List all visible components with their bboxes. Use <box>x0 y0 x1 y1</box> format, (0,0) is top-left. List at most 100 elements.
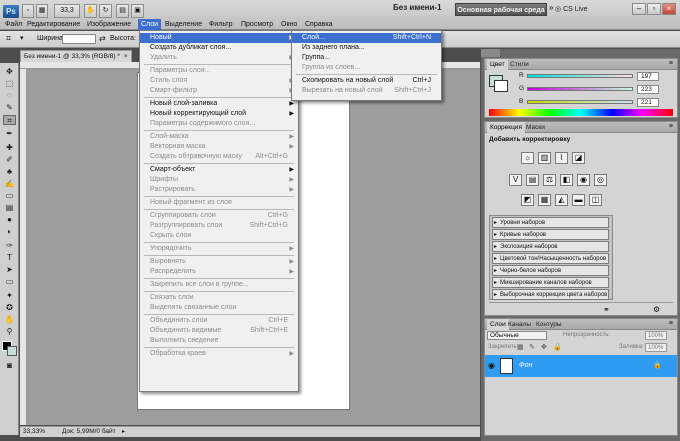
preset-exposure[interactable]: Экспозиция наборов <box>492 241 609 252</box>
blend-mode-select[interactable]: Обычные <box>487 331 547 340</box>
preset-channel-mixer[interactable]: Микширование каналов наборов <box>492 277 609 288</box>
menu-filter[interactable]: Фильтр <box>206 19 236 30</box>
shape-tool-icon[interactable]: ▭ <box>3 277 16 287</box>
panel-menu-icon[interactable]: ≡ <box>669 60 673 67</box>
invert-icon[interactable]: ◩ <box>521 194 534 206</box>
zoom-level-select[interactable]: 33,3 <box>54 4 80 18</box>
channel-r-slider[interactable] <box>527 74 633 78</box>
tab-color[interactable]: Цвет <box>487 59 508 70</box>
clone-stamp-tool-icon[interactable]: ♣ <box>3 167 16 177</box>
channel-g-slider[interactable] <box>527 87 633 91</box>
menu-image[interactable]: Изображение <box>84 19 134 30</box>
path-selection-tool-icon[interactable]: ➤ <box>3 265 16 275</box>
3d-camera-tool-icon[interactable]: ✪ <box>3 303 16 313</box>
crop-tool-icon[interactable]: ⌗ <box>3 115 16 125</box>
screen-mode-icon[interactable]: ▣ <box>131 4 144 18</box>
exposure-icon[interactable]: ◪ <box>572 152 585 164</box>
new-submenu-item[interactable]: Группа... <box>292 53 441 63</box>
quick-selection-tool-icon[interactable]: ✎ <box>3 103 16 113</box>
minimize-button[interactable]: – <box>632 3 646 15</box>
posterize-icon[interactable]: ▦ <box>538 194 551 206</box>
lock-transparent-icon[interactable]: ▦ <box>517 343 524 351</box>
channel-g-value[interactable]: 223 <box>637 85 659 94</box>
layers-menu-item[interactable]: Создать дубликат слоя... <box>140 43 298 53</box>
layers-menu-item[interactable]: Новый▶ <box>140 33 298 43</box>
cs-live-button[interactable]: ◎ CS Live <box>555 3 588 16</box>
chevron-right-icon[interactable]: » <box>549 3 553 12</box>
dodge-tool-icon[interactable]: ◐ <box>3 227 16 237</box>
preset-selective-color[interactable]: Выборочная коррекция цвета наборов <box>492 289 609 300</box>
lasso-tool-icon[interactable]: ◌ <box>3 91 16 101</box>
preset-levels[interactable]: Уровни наборов <box>492 217 609 228</box>
vibrance-icon[interactable]: V <box>509 174 522 186</box>
healing-brush-tool-icon[interactable]: ✚ <box>3 143 16 153</box>
color-ramp[interactable] <box>489 109 673 116</box>
gradient-tool-icon[interactable]: ▤ <box>3 203 16 213</box>
photo-filter-icon[interactable]: ◉ <box>577 174 590 186</box>
menu-select[interactable]: Выделение <box>162 19 205 30</box>
hand-tool-icon[interactable]: ✋ <box>3 315 16 325</box>
layer-row-background[interactable]: ◉ Фон 🔒 <box>485 355 677 377</box>
new-submenu-item[interactable]: Слой... Shift+Ctrl+N <box>292 33 441 43</box>
hand-tool-icon[interactable]: ✋ <box>84 4 97 18</box>
tab-channels[interactable]: Каналы <box>505 319 534 330</box>
3d-rotate-tool-icon[interactable]: ✦ <box>3 291 16 301</box>
close-tab-icon[interactable]: × <box>124 53 128 60</box>
zoom-tool-icon[interactable]: ⚲ <box>3 327 16 337</box>
tab-masks[interactable]: Маски <box>523 122 548 133</box>
gradient-map-icon[interactable]: ▬ <box>572 194 585 206</box>
status-zoom[interactable]: 33,33% <box>23 427 45 437</box>
workspace-button[interactable]: Основная рабочая среда <box>455 3 547 16</box>
lock-position-icon[interactable]: ✥ <box>541 343 547 351</box>
crop-tool-icon[interactable]: ⌗ <box>6 33 11 44</box>
color-balance-icon[interactable]: ⚖ <box>543 174 556 186</box>
pen-tool-icon[interactable]: ✑ <box>3 241 16 251</box>
dock-collapse-icon[interactable] <box>481 49 500 57</box>
lock-all-icon[interactable]: 🔒 <box>553 343 562 351</box>
width-input[interactable] <box>62 34 96 44</box>
fill-input[interactable]: 100% <box>645 343 667 352</box>
move-tool-icon[interactable]: ✥ <box>3 67 16 77</box>
type-tool-icon[interactable]: T <box>3 253 16 263</box>
layers-menu-item[interactable]: Новый слой-заливка ▶ <box>140 99 298 109</box>
adjustment-options-icon[interactable]: ⚙ <box>653 305 660 314</box>
menu-window[interactable]: Окно <box>278 19 300 30</box>
arrange-documents-icon[interactable]: ▤ <box>116 4 129 18</box>
lock-pixels-icon[interactable]: ✎ <box>529 343 535 351</box>
menu-edit[interactable]: Редактирование <box>24 19 83 30</box>
clip-to-layer-icon[interactable]: ⚭ <box>603 305 610 314</box>
quick-mask-icon[interactable]: ◙ <box>3 361 16 371</box>
background-color-swatch[interactable] <box>494 80 508 92</box>
menu-file[interactable]: Файл <box>2 19 25 30</box>
channel-r-value[interactable]: 197 <box>637 72 659 81</box>
channel-b-slider[interactable] <box>527 100 633 104</box>
tab-swatches[interactable]: Стили <box>507 59 532 70</box>
status-menu-arrow-icon[interactable]: ▸ <box>122 427 125 437</box>
preset-black-white[interactable]: Черно-белое наборов <box>492 265 609 276</box>
tab-paths[interactable]: Контуры <box>533 319 565 330</box>
chevron-down-icon[interactable]: ▾ <box>20 34 24 42</box>
marquee-tool-icon[interactable]: ⬚ <box>3 79 16 89</box>
eyedropper-tool-icon[interactable]: ✒ <box>3 129 16 139</box>
threshold-icon[interactable]: ◭ <box>555 194 568 206</box>
brush-tool-icon[interactable]: ✐ <box>3 155 16 165</box>
preset-hue-saturation[interactable]: Цветовой тон/Насыщенность наборов <box>492 253 609 264</box>
panel-menu-icon[interactable]: ≡ <box>669 320 673 327</box>
bridge-icon[interactable]: ▫ <box>22 4 34 18</box>
opacity-input[interactable]: 100% <box>645 331 667 340</box>
preset-curves[interactable]: Кривые наборов <box>492 229 609 240</box>
visibility-eye-icon[interactable]: ◉ <box>488 361 495 370</box>
minibridge-icon[interactable]: ▦ <box>36 4 48 18</box>
close-button[interactable]: × <box>662 3 676 15</box>
tab-adjustments[interactable]: Коррекция <box>487 122 525 133</box>
new-submenu-item[interactable]: Из заднего плана... <box>292 43 441 53</box>
selective-color-icon[interactable]: ◫ <box>589 194 602 206</box>
background-color-swatch[interactable] <box>7 346 17 356</box>
channel-mixer-icon[interactable]: ◎ <box>594 174 607 186</box>
eraser-tool-icon[interactable]: ▭ <box>3 191 16 201</box>
curves-icon[interactable]: ⌇ <box>555 152 568 164</box>
black-white-icon[interactable]: ◧ <box>560 174 573 186</box>
layers-menu-item[interactable]: Новый корректирующий слой ▶ <box>140 109 298 119</box>
history-brush-tool-icon[interactable]: ✍ <box>3 179 16 189</box>
swap-icon[interactable]: ⇄ <box>99 34 106 43</box>
